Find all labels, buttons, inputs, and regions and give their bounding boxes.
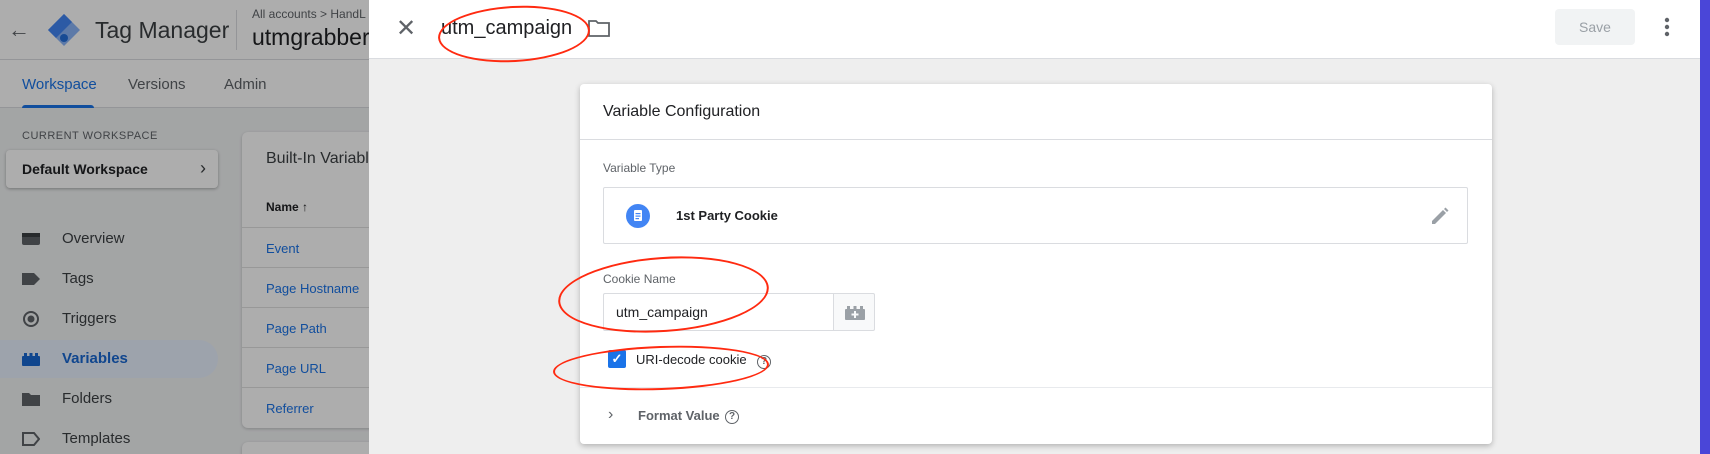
close-icon[interactable]: ✕ [391, 14, 421, 44]
help-icon[interactable]: ? [725, 410, 739, 424]
variable-type-name: 1st Party Cookie [676, 208, 778, 223]
cookie-name-label: Cookie Name [603, 272, 676, 286]
chevron-right-icon[interactable]: › [608, 406, 613, 424]
variable-picker-icon [845, 306, 865, 320]
folder-icon[interactable] [588, 19, 610, 37]
document-icon [626, 204, 650, 228]
divider [580, 139, 1492, 140]
cookie-name-input[interactable] [603, 293, 833, 331]
format-value-toggle[interactable]: Format Value [638, 408, 720, 423]
variable-configuration-card: Variable Configuration Variable Type 1st… [580, 84, 1492, 444]
panel-header: ✕ utm_campaign Save [369, 0, 1700, 59]
save-button[interactable]: Save [1555, 9, 1635, 45]
divider [580, 387, 1492, 388]
variable-type-label: Variable Type [603, 161, 676, 175]
app-window: ← Tag Manager All accounts > HandL utmgr… [0, 0, 1700, 454]
variable-picker-button[interactable] [833, 293, 875, 331]
more-vert-icon[interactable] [1655, 14, 1679, 40]
uri-decode-label: URI-decode cookie [636, 352, 747, 367]
uri-decode-checkbox[interactable]: ✓ [608, 350, 626, 368]
variable-name-title[interactable]: utm_campaign [441, 17, 572, 40]
variable-editor-panel: ✕ utm_campaign Save Variable Configurati… [369, 0, 1700, 454]
pencil-icon[interactable] [1429, 205, 1451, 227]
variable-type-selector[interactable]: 1st Party Cookie [603, 187, 1468, 244]
help-icon[interactable]: ? [757, 355, 771, 369]
card-title: Variable Configuration [603, 103, 761, 120]
